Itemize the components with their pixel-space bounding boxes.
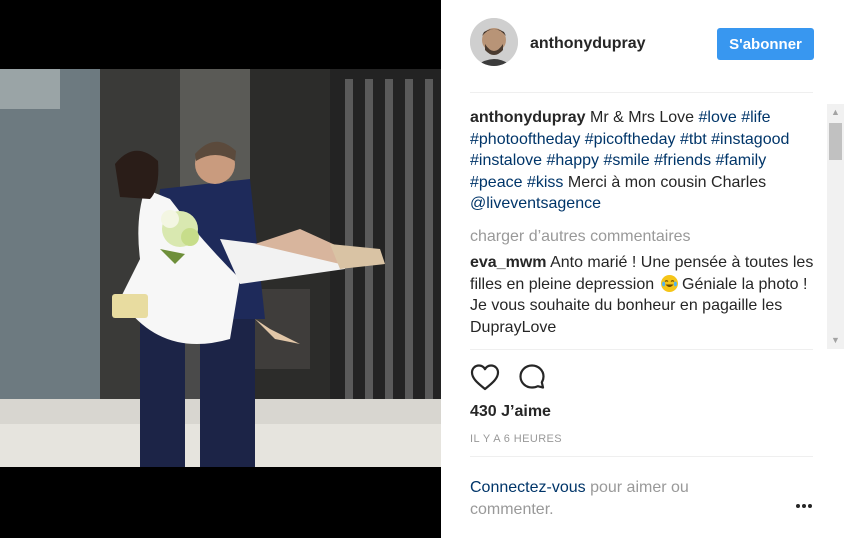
header-divider [470,92,813,93]
hashtag[interactable]: #love [698,109,736,126]
hashtag[interactable]: #peace [470,174,523,191]
comments-list[interactable]: anthonydupray Mr & Mrs Love #love #life … [470,107,822,347]
scroll-down-arrow-icon[interactable]: ▼ [827,332,844,349]
post-header: anthonydupray S'abonner [441,0,844,92]
header-username[interactable]: anthonydupray [530,35,646,53]
footer-divider [470,456,813,457]
caption-trailing-text: Merci à mon cousin Charles [567,173,767,191]
login-link[interactable]: Connectez-vous [470,479,586,496]
caption-username[interactable]: anthonydupray [470,109,586,126]
mention-link[interactable]: @liveventsagence [470,195,601,212]
hashtag[interactable]: #instagood [711,131,789,148]
hashtag[interactable]: #life [741,109,770,126]
comment-icon[interactable] [518,363,548,393]
hashtag[interactable]: #friends [654,152,711,169]
hashtag[interactable]: #instalove [470,152,542,169]
post-sidebar: anthonydupray S'abonner anthonydupray Mr… [441,0,844,538]
hashtag[interactable]: #kiss [527,174,563,191]
heart-icon[interactable] [470,363,500,393]
hashtag[interactable]: #photooftheday [470,131,580,148]
scrollbar-thumb[interactable] [829,123,842,160]
post-timestamp: IL Y A 6 HEURES [470,433,563,445]
hashtag[interactable]: #family [716,152,767,169]
likes-count[interactable]: 430 J’aime [470,403,551,421]
crying-laughing-emoji-icon [660,274,678,292]
hashtag[interactable]: #smile [603,152,649,169]
caption-text: Mr & Mrs Love [590,109,695,126]
scroll-up-arrow-icon[interactable]: ▲ [827,104,844,121]
post-media-pane [0,0,441,538]
comment-username[interactable]: eva_mwm [470,254,547,271]
comment: eva_mwm Anto marié ! Une pensée à toutes… [470,252,822,338]
more-options-icon[interactable] [792,498,816,514]
load-more-comments-link[interactable]: charger d’autres commentaires [470,226,822,248]
post-photo[interactable] [0,69,441,467]
avatar[interactable] [470,18,518,66]
hashtag[interactable]: #happy [547,152,600,169]
post-actions [470,363,590,393]
hashtag[interactable]: #tbt [680,131,707,148]
login-prompt: Connectez-vous pour aimer ou commenter. [470,477,760,521]
comments-divider [470,349,813,350]
hashtag[interactable]: #picoftheday [585,131,676,148]
follow-button[interactable]: S'abonner [717,28,814,60]
comments-scrollbar[interactable]: ▲ ▼ [827,104,844,349]
caption: anthonydupray Mr & Mrs Love #love #life … [470,107,822,215]
